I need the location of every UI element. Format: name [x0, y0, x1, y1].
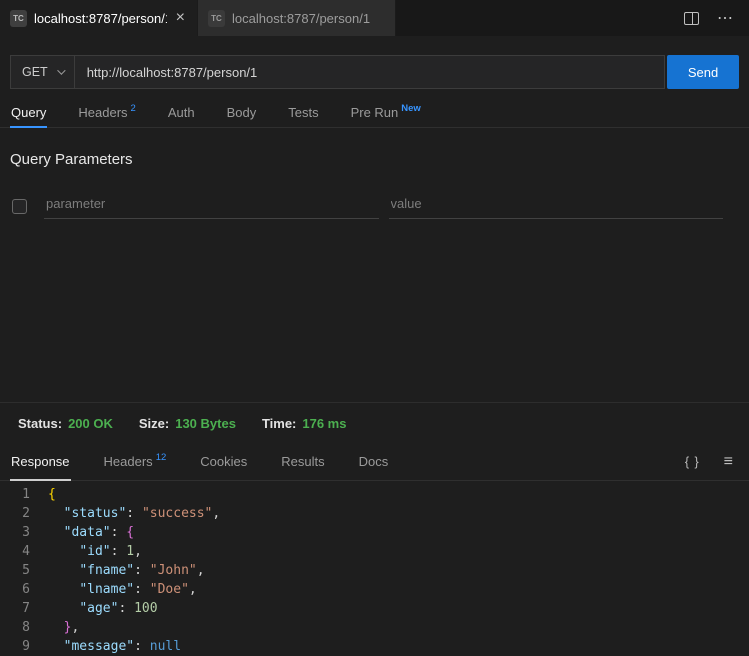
editor-tab-bar: TC localhost:8787/person/1 × TC localhos…: [0, 0, 749, 36]
tab-query-label: Query: [11, 105, 46, 120]
line-number: 3: [0, 523, 30, 542]
close-tab-icon[interactable]: ×: [174, 10, 187, 26]
tab-response-label: Response: [11, 454, 70, 469]
query-parameters-title: Query Parameters: [10, 151, 739, 168]
thunder-client-icon: TC: [208, 10, 225, 27]
tab-tests-label: Tests: [288, 105, 318, 120]
time-stat: Time: 176 ms: [262, 416, 347, 431]
code-line: },: [48, 618, 220, 637]
request-bar: GET Send: [10, 55, 739, 89]
line-number: 9: [0, 637, 30, 656]
response-tabs: Response Headers 12 Cookies Results Docs…: [0, 443, 749, 481]
param-checkbox[interactable]: [12, 199, 27, 214]
tab-response-headers-label: Headers: [104, 454, 153, 469]
line-number: 1: [0, 485, 30, 504]
code-line: "id": 1,: [48, 542, 220, 561]
code-line: "fname": "John",: [48, 561, 220, 580]
time-value: 176 ms: [302, 416, 346, 431]
code-line: "lname": "Doe",: [48, 580, 220, 599]
code-line: "data": {: [48, 523, 220, 542]
more-actions-icon[interactable]: ⋯: [717, 8, 733, 28]
send-button[interactable]: Send: [667, 55, 739, 89]
line-number: 2: [0, 504, 30, 523]
method-select[interactable]: GET: [10, 55, 75, 89]
code-line: "status": "success",: [48, 504, 220, 523]
code-line: "message": null: [48, 637, 220, 656]
headers-count-badge: 2: [131, 103, 136, 114]
response-panel: Status: 200 OK Size: 130 Bytes Time: 176…: [0, 402, 749, 656]
tab-docs[interactable]: Docs: [358, 443, 390, 481]
code-line: "age": 100: [48, 599, 220, 618]
param-value-input[interactable]: [389, 193, 724, 219]
size-value: 130 Bytes: [175, 416, 236, 431]
status-label: Status:: [18, 416, 62, 431]
thunder-client-icon: TC: [10, 10, 27, 27]
code-line: {: [48, 485, 220, 504]
line-number: 4: [0, 542, 30, 561]
tab-query[interactable]: Query: [10, 99, 47, 128]
tab-response-headers[interactable]: Headers 12: [103, 443, 168, 481]
tab-cookies-label: Cookies: [200, 454, 247, 469]
split-editor-icon[interactable]: [684, 12, 699, 25]
line-number: 6: [0, 580, 30, 599]
tab-headers[interactable]: Headers 2: [77, 99, 136, 128]
response-editor[interactable]: 12345678910 { "status": "success", "data…: [0, 481, 749, 656]
method-label: GET: [22, 65, 48, 79]
time-label: Time:: [262, 416, 296, 431]
tab-body-label: Body: [227, 105, 257, 120]
editor-tab-title: localhost:8787/person/1: [34, 11, 167, 26]
line-number: 5: [0, 561, 30, 580]
status-stat: Status: 200 OK: [18, 416, 113, 431]
size-label: Size:: [139, 416, 169, 431]
tab-headers-label: Headers: [78, 105, 127, 120]
line-number: 7: [0, 599, 30, 618]
url-input[interactable]: [75, 55, 665, 89]
tab-docs-label: Docs: [359, 454, 389, 469]
tab-pre-run[interactable]: Pre Run New: [350, 99, 422, 128]
menu-lines-icon[interactable]: ≡: [724, 453, 733, 471]
tab-auth-label: Auth: [168, 105, 195, 120]
param-name-input[interactable]: [44, 193, 379, 219]
editor-tab-inactive[interactable]: TC localhost:8787/person/1: [198, 0, 396, 36]
status-value: 200 OK: [68, 416, 113, 431]
chevron-down-icon: [57, 66, 65, 74]
tab-results-label: Results: [281, 454, 324, 469]
pre-run-new-badge: New: [401, 103, 421, 114]
query-parameter-row: [12, 193, 723, 219]
tab-cookies[interactable]: Cookies: [199, 443, 248, 481]
titlebar-actions: ⋯: [684, 0, 749, 36]
tab-body[interactable]: Body: [226, 99, 258, 128]
size-stat: Size: 130 Bytes: [139, 416, 236, 431]
tab-results[interactable]: Results: [280, 443, 325, 481]
response-actions: { } ≡: [685, 443, 739, 480]
request-tabs: Query Headers 2 Auth Body Tests Pre Run …: [0, 99, 749, 128]
format-json-icon[interactable]: { }: [685, 455, 700, 469]
editor-tab-title: localhost:8787/person/1: [232, 11, 385, 26]
response-status-bar: Status: 200 OK Size: 130 Bytes Time: 176…: [0, 403, 749, 443]
response-code: { "status": "success", "data": { "id": 1…: [30, 485, 220, 656]
tab-tests[interactable]: Tests: [287, 99, 319, 128]
tab-response[interactable]: Response: [10, 443, 71, 481]
request-panel: GET Send Query Headers 2 Auth Body Tests…: [0, 55, 749, 402]
tab-auth[interactable]: Auth: [167, 99, 196, 128]
tab-pre-run-label: Pre Run: [351, 105, 399, 120]
code-gutter: 12345678910: [0, 485, 30, 656]
response-headers-count-badge: 12: [156, 452, 167, 463]
line-number: 8: [0, 618, 30, 637]
editor-tab-active[interactable]: TC localhost:8787/person/1 ×: [0, 0, 198, 36]
